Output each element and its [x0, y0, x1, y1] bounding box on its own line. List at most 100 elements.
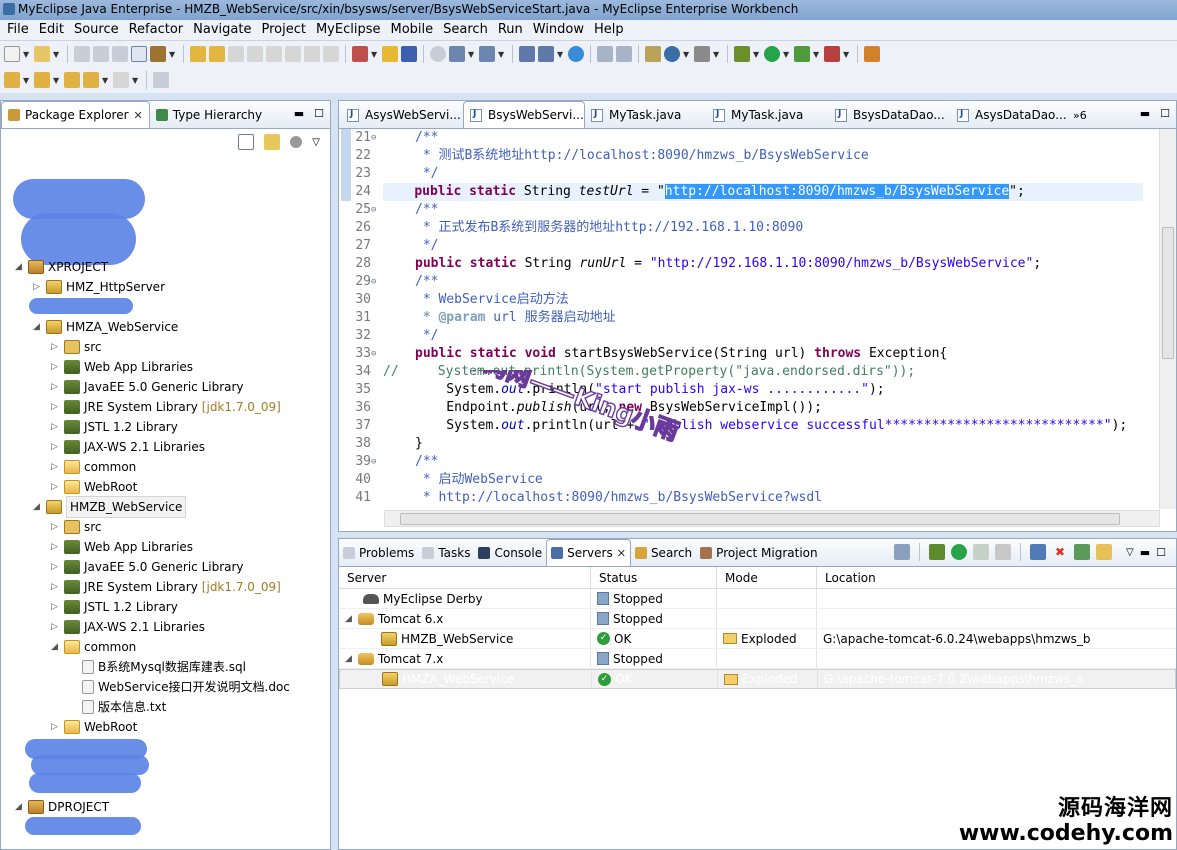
report-icon[interactable] — [645, 46, 661, 62]
new-project-dropdown-icon[interactable]: ▼ — [53, 50, 61, 59]
previous-annotation-icon[interactable] — [34, 72, 50, 88]
tree-item-library[interactable]: ▷ Web App Libraries — [51, 357, 193, 377]
camera-dropdown-icon[interactable]: ▼ — [713, 50, 721, 59]
open-type-icon[interactable] — [538, 46, 554, 62]
tree-item-hmza-webservice[interactable]: ◢ HMZA_WebService — [33, 317, 178, 337]
expand-arrow-icon[interactable]: ◢ — [345, 609, 354, 628]
step-over-icon[interactable] — [285, 46, 301, 62]
run-icon[interactable] — [764, 46, 780, 62]
tree-item-library[interactable]: ▷ JavaEE 5.0 Generic Library — [51, 557, 244, 577]
tree-item-hmz-httpserver[interactable]: ▷ HMZ_HttpServer — [33, 277, 165, 297]
editor-tab[interactable]: MyTask.java — [707, 102, 829, 128]
fold-icon[interactable]: ⊖ — [371, 345, 376, 363]
drop-frame-icon[interactable] — [323, 46, 339, 62]
wand-dropdown-icon[interactable]: ▼ — [468, 50, 476, 59]
tree-item-file[interactable]: B系统Mysql数据库建表.sql — [69, 657, 246, 677]
tab-type-hierarchy[interactable]: Type Hierarchy — [150, 102, 268, 128]
browse-icon[interactable] — [1096, 544, 1113, 560]
tree-item-dproject[interactable]: ◢ DPROJECT — [15, 797, 109, 817]
tree-item-folder[interactable]: ▷ WebRoot — [51, 477, 137, 497]
debug-icon[interactable] — [734, 46, 750, 62]
column-header-status[interactable]: Status — [591, 567, 717, 588]
tab-servers[interactable]: Servers ✕ — [546, 539, 631, 566]
toggle-icon[interactable] — [131, 46, 147, 62]
back-icon[interactable] — [83, 72, 99, 88]
fold-icon[interactable]: ⊖ — [371, 453, 376, 471]
menu-source[interactable]: Source — [69, 20, 124, 40]
tree-item-library[interactable]: ▷ JAX-WS 2.1 Libraries — [51, 437, 205, 457]
scrollbar-thumb[interactable] — [400, 513, 1120, 525]
back-dropdown-icon[interactable]: ▼ — [102, 76, 110, 85]
tab-overflow-button[interactable]: »6 — [1073, 109, 1091, 128]
menu-edit[interactable]: Edit — [34, 20, 69, 40]
editor-tab-active[interactable]: BsysWebServi...✕ — [463, 101, 585, 128]
column-header-server[interactable]: Server — [339, 567, 591, 588]
close-icon[interactable]: ✕ — [134, 109, 143, 122]
new-icon[interactable] — [4, 46, 20, 62]
menu-search[interactable]: Search — [438, 20, 493, 40]
package-icon[interactable] — [382, 46, 398, 62]
deploy-icon[interactable] — [352, 46, 368, 62]
tree-item-library[interactable]: ▷ JRE System Library [jdk1.7.0_09] — [51, 397, 281, 417]
scrollbar-thumb[interactable] — [1162, 227, 1174, 359]
server-row[interactable]: ◢ Tomcat 7.x Stopped — [339, 649, 1176, 669]
fold-icon[interactable]: ⊖ — [371, 201, 376, 219]
previous-annotation-dropdown-icon[interactable]: ▼ — [53, 76, 61, 85]
debug-server-icon[interactable] — [929, 544, 946, 560]
view-options-icon[interactable] — [290, 136, 303, 148]
start-server-icon[interactable] — [951, 544, 968, 560]
print-icon[interactable] — [112, 46, 128, 62]
tree-item-library[interactable]: ▷ JRE System Library [jdk1.7.0_09] — [51, 577, 281, 597]
perspective-icon[interactable] — [864, 46, 880, 62]
view-menu-icon[interactable]: ▽ — [312, 137, 320, 148]
save-all-icon[interactable] — [93, 46, 109, 62]
forward-icon[interactable] — [113, 72, 129, 88]
maximize-icon[interactable]: ☐ — [1160, 107, 1170, 120]
search-tool-dropdown-icon[interactable]: ▼ — [498, 50, 506, 59]
stop-server-icon[interactable] — [995, 544, 1012, 560]
editor-horizontal-scrollbar[interactable] — [384, 510, 1160, 527]
last-edit-icon[interactable] — [64, 72, 80, 88]
menu-file[interactable]: File — [2, 20, 34, 40]
build-icon[interactable] — [150, 46, 166, 62]
filter-icon[interactable] — [894, 544, 911, 560]
remove-icon[interactable]: ✖ — [1052, 544, 1068, 560]
globe-icon[interactable] — [568, 46, 584, 62]
close-icon[interactable]: ✕ — [617, 547, 626, 560]
deployment-row[interactable]: HMZB_WebService ✓ OK Exploded G:\apache-t… — [339, 629, 1176, 649]
tree-item-folder[interactable]: ▷ WebRoot — [51, 717, 137, 737]
server-row[interactable]: MyEclipse Derby Stopped — [339, 589, 1176, 609]
tab-console[interactable]: Console — [474, 540, 546, 566]
tree-item-folder[interactable]: ◢ common — [51, 637, 136, 657]
tab-search[interactable]: Search — [631, 540, 696, 566]
expand-arrow-icon[interactable]: ◢ — [345, 649, 354, 668]
cube-icon[interactable] — [401, 46, 417, 62]
editor-tab[interactable]: AsysWebServi... — [341, 102, 463, 128]
deploy-server-icon[interactable] — [519, 46, 535, 62]
database-icon[interactable] — [597, 46, 613, 62]
search-tool-icon[interactable] — [479, 46, 495, 62]
sql-icon[interactable] — [616, 46, 632, 62]
forward-dropdown-icon[interactable]: ▼ — [132, 76, 140, 85]
build-dropdown-icon[interactable]: ▼ — [169, 50, 177, 59]
editor-tab[interactable]: AsysDataDao... — [951, 102, 1073, 128]
menu-window[interactable]: Window — [528, 20, 589, 40]
tree-item-file[interactable]: WebService接口开发说明文档.doc — [69, 677, 290, 697]
menu-help[interactable]: Help — [589, 20, 629, 40]
collapse-all-icon[interactable] — [238, 134, 255, 150]
run-external-dropdown-icon[interactable]: ▼ — [813, 50, 821, 59]
step-return-icon[interactable] — [304, 46, 320, 62]
tab-project-migration[interactable]: Project Migration — [696, 540, 821, 566]
tree-item-library[interactable]: ▷ Web App Libraries — [51, 537, 193, 557]
pin-editor-icon[interactable] — [153, 72, 169, 88]
run-external-icon[interactable] — [794, 46, 810, 62]
stop-icon[interactable] — [228, 46, 244, 62]
tree-item-xproject[interactable]: ◢ XPROJECT — [15, 257, 108, 277]
next-annotation-dropdown-icon[interactable]: ▼ — [23, 76, 31, 85]
tree-item-library[interactable]: ▷ JavaEE 5.0 Generic Library — [51, 377, 244, 397]
editor-vertical-scrollbar[interactable] — [1159, 129, 1176, 509]
tree-item-library[interactable]: ▷ JSTL 1.2 Library — [51, 417, 178, 437]
deployment-row-selected[interactable]: HMZA_WebService ✓ OK Exploded G:\apache-t… — [339, 669, 1176, 689]
redo-icon[interactable] — [209, 46, 225, 62]
tab-problems[interactable]: Problems — [339, 540, 418, 566]
